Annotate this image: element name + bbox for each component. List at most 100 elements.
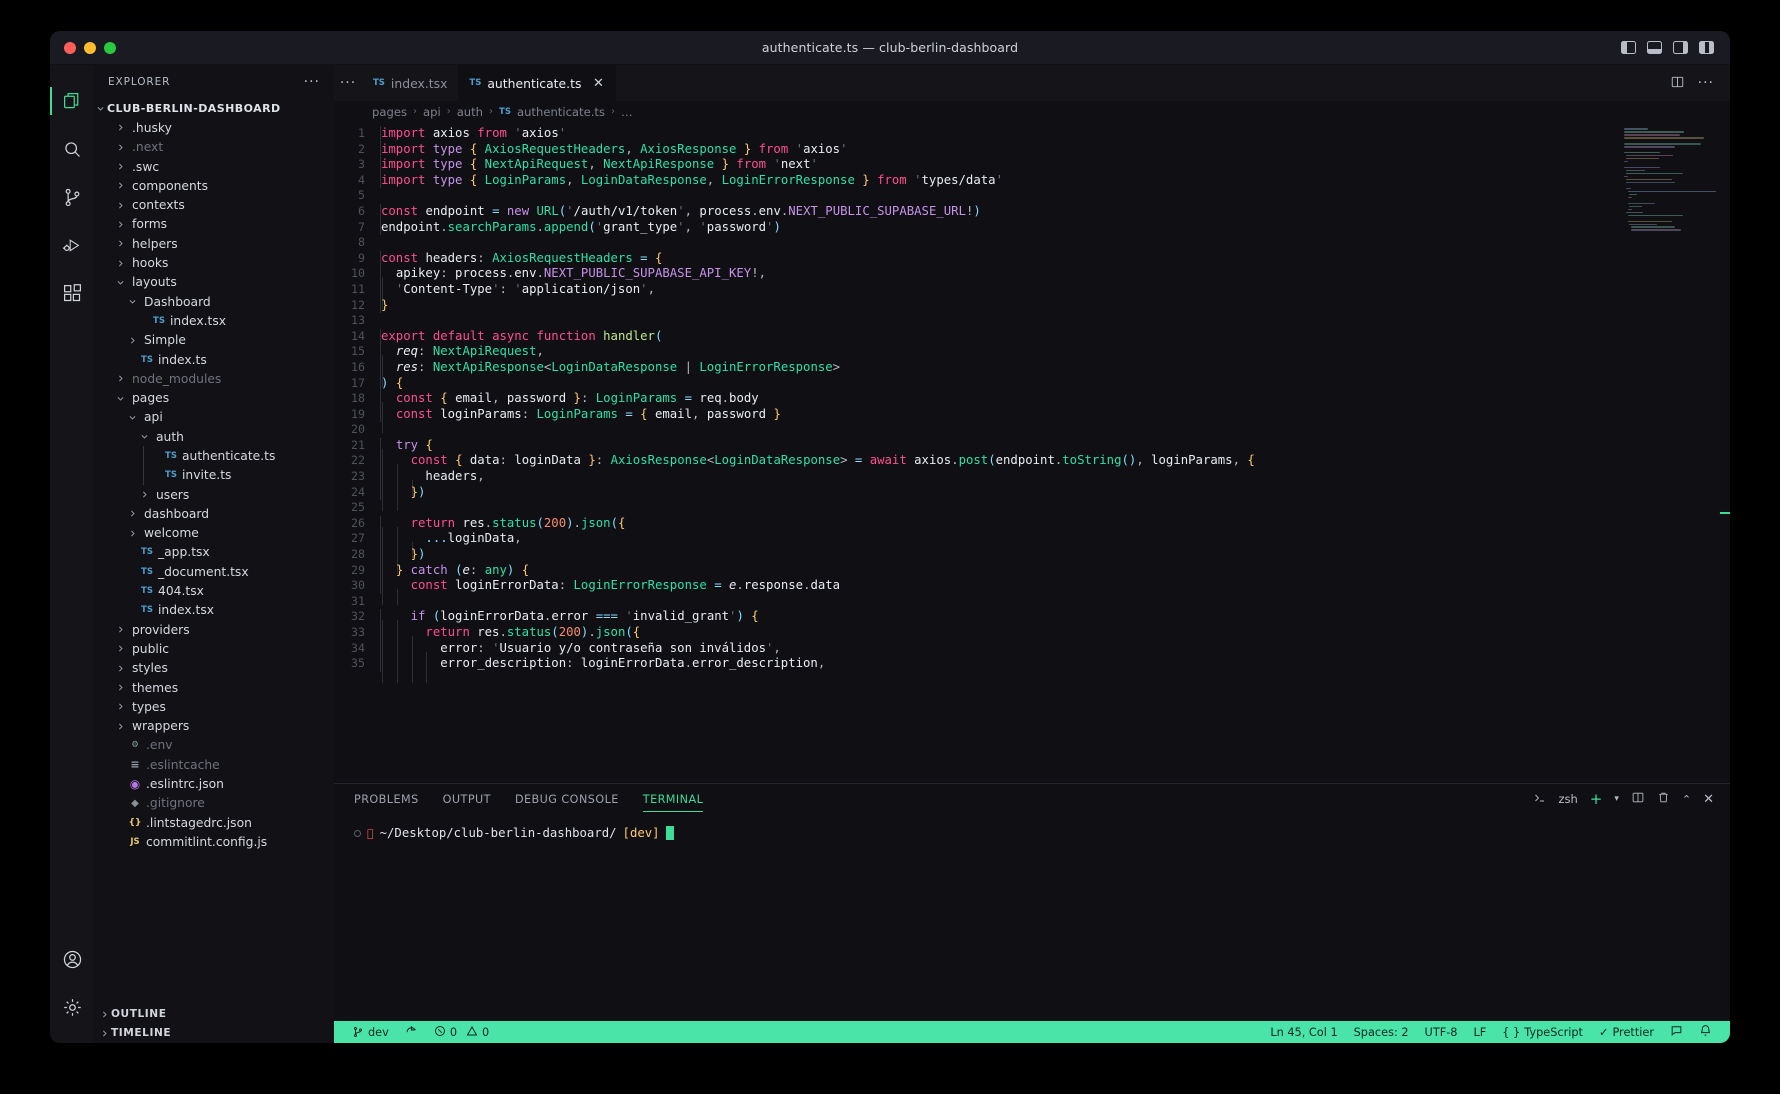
toggle-primary-sidebar-icon[interactable] [1621, 41, 1636, 54]
tree-item-types[interactable]: types [94, 697, 334, 716]
sidebar-section-outline[interactable]: OUTLINE [94, 1004, 334, 1023]
split-editor-icon[interactable] [1670, 74, 1685, 93]
status-eol[interactable]: LF [1465, 1021, 1494, 1043]
tab-authenticate-ts[interactable]: TS authenticate.ts ✕ [458, 65, 617, 101]
breadcrumb-item-api[interactable]: api [423, 105, 441, 119]
sidebar-section-timeline[interactable]: TIMELINE [94, 1024, 334, 1043]
vscode-window: authenticate.ts — club-berlin-dashboard [50, 31, 1730, 1043]
sidebar-more-actions-icon[interactable]: ··· [304, 75, 320, 89]
tree-item-contexts[interactable]: contexts [94, 195, 334, 214]
tree-item-components[interactable]: components [94, 176, 334, 195]
customize-layout-icon[interactable] [1699, 41, 1714, 54]
tree-item-wrappers[interactable]: wrappers [94, 717, 334, 736]
tree-item-next[interactable]: .next [94, 138, 334, 157]
activity-settings[interactable] [50, 983, 94, 1031]
chevron-down-icon [94, 104, 107, 113]
tree-item-node-modules[interactable]: node_modules [94, 369, 334, 388]
tree-item-providers[interactable]: providers [94, 620, 334, 639]
activity-accounts[interactable] [50, 935, 94, 983]
tree-item-index-ts[interactable]: TS index.ts [94, 350, 334, 369]
status-sync[interactable] [397, 1021, 426, 1043]
tree-item-eslintcache[interactable]: ≡ .eslintcache [94, 755, 334, 774]
tree-item-commitlint-config-js[interactable]: JS commitlint.config.js [94, 832, 334, 851]
close-panel-icon[interactable]: ✕ [1703, 792, 1714, 807]
tree-item-dashboard[interactable]: Dashboard [94, 292, 334, 311]
tree-item-hooks[interactable]: hooks [94, 253, 334, 272]
toggle-secondary-sidebar-icon[interactable] [1673, 41, 1688, 54]
maximize-panel-icon[interactable]: ⌃ [1682, 793, 1691, 806]
terminal-body[interactable]:  ~/Desktop/club-berlin-dashboard/ [dev] [334, 814, 1730, 1021]
status-cursor-position[interactable]: Ln 45, Col 1 [1262, 1021, 1345, 1043]
close-window-button[interactable] [64, 41, 76, 54]
tree-item-index-tsx[interactable]: TS index.tsx [94, 601, 334, 620]
tree-item-styles[interactable]: styles [94, 659, 334, 678]
panel-tab-terminal[interactable]: TERMINAL [642, 784, 704, 814]
tree-item-auth[interactable]: auth [94, 427, 334, 446]
tree-item-husky[interactable]: .husky [94, 118, 334, 137]
editor-minimap[interactable] [1624, 128, 1716, 232]
code-editor[interactable]: 1 import axios from 'axios' 2 import type {… [334, 122, 1730, 783]
window-title: authenticate.ts — club-berlin-dashboard [761, 40, 1019, 55]
terminal-shell-icon[interactable] [1533, 792, 1546, 807]
status-problems[interactable]: 0 0 [426, 1021, 497, 1043]
activity-extensions[interactable] [50, 269, 94, 317]
tree-item-eslintrc-json[interactable]: ◉ .eslintrc.json [94, 774, 334, 793]
status-formatter[interactable]: ✓ Prettier [1591, 1021, 1662, 1043]
tree-item-api[interactable]: api [94, 408, 334, 427]
minimize-window-button[interactable] [84, 41, 96, 54]
tab-label: index.tsx [390, 75, 448, 91]
activity-run-debug[interactable] [50, 221, 94, 269]
maximize-window-button[interactable] [104, 41, 116, 54]
tree-item-users[interactable]: users [94, 485, 334, 504]
tree-item-invite-ts[interactable]: TS invite.ts [94, 465, 334, 485]
split-terminal-icon[interactable] [1631, 791, 1645, 807]
tree-item-app-tsx[interactable]: TS _app.tsx [94, 543, 334, 562]
status-encoding[interactable]: UTF-8 [1417, 1021, 1466, 1043]
panel-tab-problems[interactable]: PROBLEMS [354, 784, 419, 814]
status-indentation[interactable]: Spaces: 2 [1346, 1021, 1417, 1043]
panel-tab-output[interactable]: OUTPUT [443, 784, 491, 814]
tree-item-authenticate-ts[interactable]: TS authenticate.ts [94, 446, 334, 466]
line-content: ) { [380, 375, 404, 392]
chevron-down-icon[interactable]: ▾ [1614, 794, 1619, 804]
workspace-root[interactable]: CLUB-BERLIN-DASHBOARD [94, 99, 334, 118]
breadcrumb-item-auth[interactable]: auth [457, 105, 483, 119]
breadcrumb-item-pages[interactable]: pages [372, 105, 407, 119]
file-tree[interactable]: CLUB-BERLIN-DASHBOARD .husky .next .swc comp… [94, 99, 334, 1004]
tree-item-themes[interactable]: themes [94, 678, 334, 697]
tree-item-404-tsx[interactable]: TS 404.tsx [94, 581, 334, 600]
tree-item-simple[interactable]: Simple [94, 331, 334, 350]
tree-item-forms[interactable]: forms [94, 215, 334, 234]
tree-item-gitignore[interactable]: ◆ .gitignore [94, 794, 334, 813]
close-tab-icon[interactable]: ✕ [591, 76, 605, 91]
tree-item-document-tsx[interactable]: TS _document.tsx [94, 562, 334, 581]
activity-source-control[interactable] [50, 173, 94, 221]
tree-item-layouts[interactable]: layouts [94, 273, 334, 292]
status-feedback[interactable] [1662, 1021, 1691, 1043]
tree-item-welcome[interactable]: welcome [94, 524, 334, 543]
tree-item-index-tsx[interactable]: TS index.tsx [94, 311, 334, 330]
activity-explorer[interactable] [50, 77, 94, 125]
tree-item-lintstagedrc-json[interactable]: {} .lintstagedrc.json [94, 813, 334, 832]
panel-tab-debug-console[interactable]: DEBUG CONSOLE [515, 784, 619, 814]
tree-item-env[interactable]: ⚙ .env [94, 736, 334, 755]
tree-item-label: index.tsx [170, 313, 227, 328]
status-branch[interactable]: dev [344, 1021, 397, 1043]
kill-terminal-icon[interactable] [1657, 791, 1670, 807]
tabs-more-icon[interactable]: ··· [334, 65, 362, 101]
tree-item-helpers[interactable]: helpers [94, 234, 334, 253]
tree-item-public[interactable]: public [94, 639, 334, 658]
tree-item-swc[interactable]: .swc [94, 157, 334, 176]
toggle-panel-icon[interactable] [1647, 41, 1662, 54]
activity-search[interactable] [50, 125, 94, 173]
breadcrumb-item-file[interactable]: authenticate.ts [517, 105, 605, 119]
new-terminal-icon[interactable]: + [1590, 790, 1603, 808]
terminal-shell-label[interactable]: zsh [1558, 792, 1577, 806]
breadcrumb-item-symbols[interactable]: … [621, 105, 633, 119]
status-language-mode[interactable]: { } TypeScript [1494, 1021, 1591, 1043]
tab-index-tsx[interactable]: TS index.tsx [362, 65, 459, 101]
tree-item-dashboard[interactable]: dashboard [94, 504, 334, 523]
editor-more-actions-icon[interactable]: ··· [1698, 76, 1714, 90]
tree-item-pages[interactable]: pages [94, 388, 334, 407]
status-notifications[interactable] [1691, 1021, 1720, 1043]
